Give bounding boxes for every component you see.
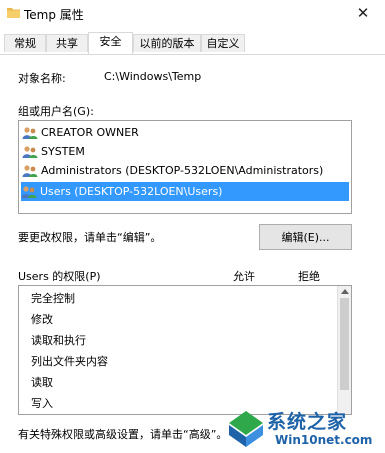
security-panel: 对象名称: C:\Windows\Temp 组或用户名(G): CREATOR … (0, 55, 385, 453)
window-title: Temp 属性 (24, 8, 84, 22)
allow-header: 允许 (233, 270, 255, 283)
scroll-thumb[interactable] (340, 298, 349, 390)
advanced-hint: 有关特殊权限或高级设置，请单击“高级”。 (18, 428, 228, 441)
scroll-up-arrow-icon[interactable] (341, 289, 349, 294)
edit-button-label: 编辑(E)... (281, 231, 330, 244)
user-group-icon (22, 127, 38, 139)
tab-customize[interactable]: 自定义 (201, 34, 245, 52)
close-icon: ✕ (356, 4, 370, 22)
user-list[interactable]: CREATOR OWNER SYSTEM Administrators (DES… (18, 120, 352, 214)
group-user-label: 组或用户名(G): (18, 105, 94, 118)
tab-label: 共享 (56, 37, 78, 50)
permission-row: 读取 (31, 376, 53, 389)
tab-general[interactable]: 常规 (4, 34, 46, 52)
tab-label: 以前的版本 (139, 37, 195, 50)
user-name: Users (DESKTOP-532LOEN\Users) (40, 184, 223, 198)
tab-strip: 常规 共享 安全 以前的版本 自定义 (0, 32, 385, 54)
tab-label: 安全 (99, 35, 122, 48)
list-item-users[interactable]: Users (DESKTOP-532LOEN\Users) (21, 182, 349, 201)
watermark-logo-icon (229, 411, 263, 447)
tab-previous-versions[interactable]: 以前的版本 (133, 34, 201, 52)
permissions-label: Users 的权限(P) (18, 270, 101, 283)
user-group-icon (21, 185, 37, 198)
permissions-scrollbar[interactable] (337, 286, 351, 414)
user-group-icon (22, 165, 38, 177)
user-name: CREATOR OWNER (41, 126, 139, 139)
watermark: 系统之家 Win10net.com (225, 407, 385, 453)
edit-button[interactable]: 编辑(E)... (259, 224, 352, 250)
title-bar: Temp 属性 ✕ (0, 0, 385, 28)
user-group-icon (22, 146, 38, 158)
permissions-list[interactable]: 完全控制 修改 读取和执行 列出文件夹内容 读取 写入 (18, 285, 352, 415)
permission-row: 修改 (31, 313, 53, 326)
folder-icon (7, 8, 20, 18)
permission-row: 读取和执行 (31, 334, 86, 347)
watermark-text: 系统之家 (267, 411, 348, 433)
user-name: SYSTEM (41, 145, 85, 158)
permission-row: 列出文件夹内容 (31, 355, 108, 368)
deny-header: 拒绝 (298, 270, 320, 283)
tab-label: 自定义 (206, 37, 240, 50)
list-item-system[interactable]: SYSTEM (22, 143, 85, 161)
object-name-label: 对象名称: (18, 72, 66, 85)
permission-row: 完全控制 (31, 292, 75, 305)
list-item-administrators[interactable]: Administrators (DESKTOP-532LOEN\Administ… (22, 162, 323, 180)
tab-label: 常规 (14, 37, 36, 50)
object-name-value: C:\Windows\Temp (104, 70, 202, 83)
tab-security[interactable]: 安全 (88, 32, 133, 54)
user-name: Administrators (DESKTOP-532LOEN\Administ… (41, 164, 324, 177)
permission-row: 写入 (31, 397, 53, 410)
close-button[interactable]: ✕ (347, 1, 379, 25)
change-permission-hint: 要更改权限，请单击“编辑”。 (18, 231, 162, 244)
watermark-url: Win10net.com (275, 433, 373, 447)
list-item-creator-owner[interactable]: CREATOR OWNER (22, 124, 139, 142)
tab-sharing[interactable]: 共享 (46, 34, 88, 52)
